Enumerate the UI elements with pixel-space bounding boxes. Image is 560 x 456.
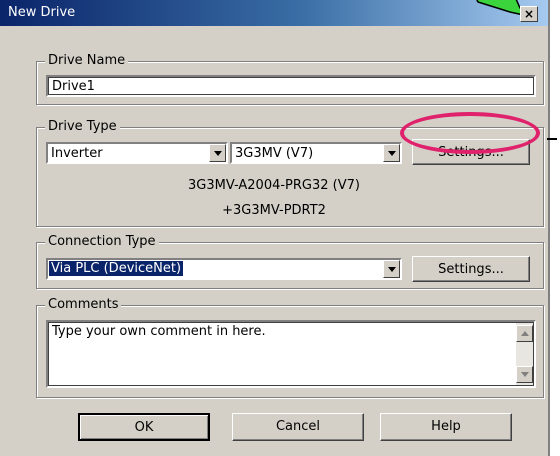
drive-type-value: Inverter bbox=[51, 146, 103, 161]
comments-scrollbar[interactable] bbox=[516, 323, 533, 385]
scroll-up-icon[interactable] bbox=[516, 325, 533, 342]
drive-name-input[interactable]: Drive1 bbox=[46, 75, 536, 97]
chevron-down-icon[interactable] bbox=[209, 144, 226, 162]
connection-type-dropdown[interactable]: Via PLC (DeviceNet) bbox=[46, 258, 402, 280]
title-bar[interactable]: New Drive × bbox=[0, 0, 548, 26]
comments-label: Comments bbox=[45, 297, 122, 312]
chevron-down-icon[interactable] bbox=[383, 144, 400, 162]
connection-type-value: Via PLC (DeviceNet) bbox=[49, 261, 184, 276]
cancel-button[interactable]: Cancel bbox=[232, 413, 364, 441]
drive-model-value: 3G3MV (V7) bbox=[235, 146, 314, 161]
comments-text: Type your own comment in here. bbox=[52, 324, 266, 339]
window-title: New Drive bbox=[8, 5, 76, 20]
drive-type-dropdown[interactable]: Inverter bbox=[46, 142, 228, 164]
comments-textarea[interactable]: Type your own comment in here. bbox=[46, 320, 536, 388]
drive-name-label: Drive Name bbox=[45, 53, 129, 68]
connection-settings-label: Settings... bbox=[438, 262, 504, 277]
drive-info-line-1: 3G3MV-A2004-PRG32 (V7) bbox=[188, 178, 360, 193]
highlight-circle bbox=[400, 112, 540, 154]
drive-type-label: Drive Type bbox=[45, 119, 120, 134]
help-label: Help bbox=[431, 419, 461, 434]
chevron-down-icon[interactable] bbox=[383, 260, 400, 278]
cancel-label: Cancel bbox=[275, 419, 321, 434]
connection-type-label: Connection Type bbox=[45, 234, 159, 249]
ok-label: OK bbox=[134, 420, 154, 435]
new-drive-dialog: New Drive × Drive Name Drive1 Drive Type… bbox=[0, 0, 557, 456]
pointer-line bbox=[547, 138, 557, 142]
help-button[interactable]: Help bbox=[380, 413, 512, 441]
scroll-down-icon[interactable] bbox=[516, 366, 533, 383]
ok-button[interactable]: OK bbox=[78, 413, 210, 441]
close-button[interactable]: × bbox=[520, 6, 538, 22]
drive-model-dropdown[interactable]: 3G3MV (V7) bbox=[230, 142, 402, 164]
connection-settings-button[interactable]: Settings... bbox=[412, 256, 530, 282]
drive-info-line-2: +3G3MV-PDRT2 bbox=[222, 203, 326, 218]
